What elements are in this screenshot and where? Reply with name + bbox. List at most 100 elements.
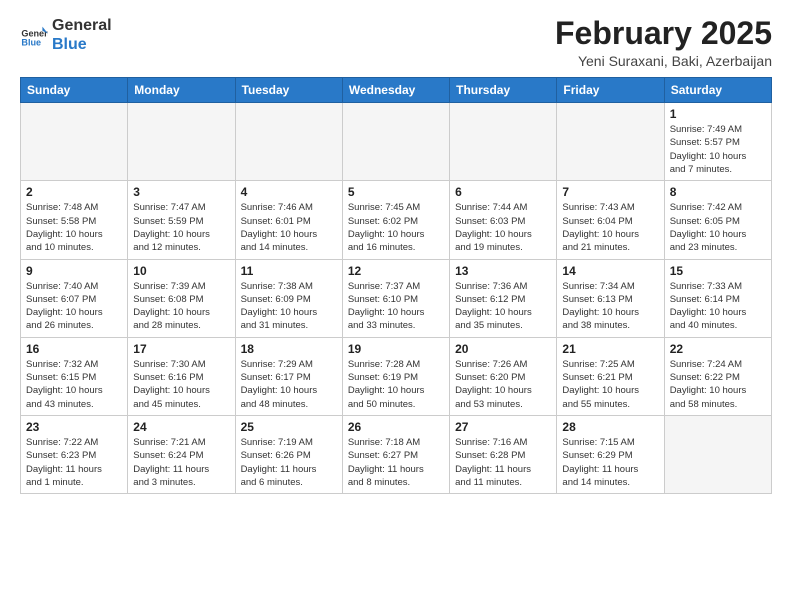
day-number: 1 (670, 107, 766, 121)
day-cell: 1 Sunrise: 7:49 AM Sunset: 5:57 PM Daylig… (664, 103, 771, 181)
day-info: Sunrise: 7:16 AM Sunset: 6:28 PM Dayligh… (455, 436, 551, 489)
day-info: Sunrise: 7:37 AM Sunset: 6:10 PM Dayligh… (348, 280, 444, 333)
day-info: Sunrise: 7:36 AM Sunset: 6:12 PM Dayligh… (455, 280, 551, 333)
day-number: 14 (562, 264, 658, 278)
week-row-1: 2Sunrise: 7:48 AM Sunset: 5:58 PM Daylig… (21, 181, 772, 259)
day-number: 19 (348, 342, 444, 356)
day-info: Sunrise: 7:22 AM Sunset: 6:23 PM Dayligh… (26, 436, 122, 489)
day-info: Sunrise: 7:40 AM Sunset: 6:07 PM Dayligh… (26, 280, 122, 333)
day-cell: 7Sunrise: 7:43 AM Sunset: 6:04 PM Daylig… (557, 181, 664, 259)
day-info: Sunrise: 7:46 AM Sunset: 6:01 PM Dayligh… (241, 201, 337, 254)
day-cell: 28Sunrise: 7:15 AM Sunset: 6:29 PM Dayli… (557, 415, 664, 493)
day-cell: 2Sunrise: 7:48 AM Sunset: 5:58 PM Daylig… (21, 181, 128, 259)
weekday-header-sunday: Sunday (21, 78, 128, 103)
weekday-header-saturday: Saturday (664, 78, 771, 103)
day-cell: 12 Sunrise: 7:37 AM Sunset: 6:10 PM Dayli… (342, 259, 449, 337)
day-number: 18 (241, 342, 337, 356)
weekday-header-tuesday: Tuesday (235, 78, 342, 103)
day-info: Sunrise: 7:45 AM Sunset: 6:02 PM Dayligh… (348, 201, 444, 254)
day-cell: 6Sunrise: 7:44 AM Sunset: 6:03 PM Daylig… (450, 181, 557, 259)
weekday-header-wednesday: Wednesday (342, 78, 449, 103)
week-row-4: 23 Sunrise: 7:22 AM Sunset: 6:23 PM Dayli… (21, 415, 772, 493)
weekday-header-friday: Friday (557, 78, 664, 103)
weekday-header-thursday: Thursday (450, 78, 557, 103)
day-cell: 25 Sunrise: 7:19 AM Sunset: 6:26 PM Dayli… (235, 415, 342, 493)
day-info: Sunrise: 7:28 AM Sunset: 6:19 PM Dayligh… (348, 358, 444, 411)
day-cell: 23 Sunrise: 7:22 AM Sunset: 6:23 PM Dayli… (21, 415, 128, 493)
day-number: 3 (133, 185, 229, 199)
day-number: 5 (348, 185, 444, 199)
logo-icon: General Blue (20, 21, 48, 49)
day-number: 11 (241, 264, 337, 278)
day-info: Sunrise: 7:42 AM Sunset: 6:05 PM Dayligh… (670, 201, 766, 254)
day-cell: 16 Sunrise: 7:32 AM Sunset: 6:15 PM Dayli… (21, 337, 128, 415)
day-number: 24 (133, 420, 229, 434)
day-info: Sunrise: 7:48 AM Sunset: 5:58 PM Dayligh… (26, 201, 122, 254)
day-cell: 3 Sunrise: 7:47 AM Sunset: 5:59 PM Daylig… (128, 181, 235, 259)
day-info: Sunrise: 7:25 AM Sunset: 6:21 PM Dayligh… (562, 358, 658, 411)
page: General Blue General Blue February 2025 … (0, 0, 792, 510)
day-info: Sunrise: 7:24 AM Sunset: 6:22 PM Dayligh… (670, 358, 766, 411)
day-cell: 21 Sunrise: 7:25 AM Sunset: 6:21 PM Dayli… (557, 337, 664, 415)
day-number: 26 (348, 420, 444, 434)
day-cell: 9 Sunrise: 7:40 AM Sunset: 6:07 PM Daylig… (21, 259, 128, 337)
day-info: Sunrise: 7:32 AM Sunset: 6:15 PM Dayligh… (26, 358, 122, 411)
title-block: February 2025 Yeni Suraxani, Baki, Azerb… (555, 16, 772, 69)
day-number: 21 (562, 342, 658, 356)
day-info: Sunrise: 7:34 AM Sunset: 6:13 PM Dayligh… (562, 280, 658, 333)
day-info: Sunrise: 7:30 AM Sunset: 6:16 PM Dayligh… (133, 358, 229, 411)
svg-text:Blue: Blue (21, 38, 41, 48)
week-row-0: 1 Sunrise: 7:49 AM Sunset: 5:57 PM Daylig… (21, 103, 772, 181)
week-row-2: 9 Sunrise: 7:40 AM Sunset: 6:07 PM Daylig… (21, 259, 772, 337)
day-info: Sunrise: 7:19 AM Sunset: 6:26 PM Dayligh… (241, 436, 337, 489)
day-info: Sunrise: 7:43 AM Sunset: 6:04 PM Dayligh… (562, 201, 658, 254)
weekday-header-row: SundayMondayTuesdayWednesdayThursdayFrid… (21, 78, 772, 103)
logo-blue: Blue (52, 35, 112, 54)
day-cell: 27 Sunrise: 7:16 AM Sunset: 6:28 PM Dayli… (450, 415, 557, 493)
day-number: 12 (348, 264, 444, 278)
day-cell (557, 103, 664, 181)
day-number: 23 (26, 420, 122, 434)
day-info: Sunrise: 7:18 AM Sunset: 6:27 PM Dayligh… (348, 436, 444, 489)
day-cell: 19 Sunrise: 7:28 AM Sunset: 6:19 PM Dayli… (342, 337, 449, 415)
day-info: Sunrise: 7:44 AM Sunset: 6:03 PM Dayligh… (455, 201, 551, 254)
day-number: 17 (133, 342, 229, 356)
day-number: 16 (26, 342, 122, 356)
day-cell (128, 103, 235, 181)
day-cell (21, 103, 128, 181)
location: Yeni Suraxani, Baki, Azerbaijan (555, 53, 772, 69)
day-number: 25 (241, 420, 337, 434)
day-cell: 5 Sunrise: 7:45 AM Sunset: 6:02 PM Daylig… (342, 181, 449, 259)
day-cell: 8 Sunrise: 7:42 AM Sunset: 6:05 PM Daylig… (664, 181, 771, 259)
day-info: Sunrise: 7:29 AM Sunset: 6:17 PM Dayligh… (241, 358, 337, 411)
day-cell: 11 Sunrise: 7:38 AM Sunset: 6:09 PM Dayli… (235, 259, 342, 337)
weekday-header-monday: Monday (128, 78, 235, 103)
month-year: February 2025 (555, 16, 772, 51)
day-info: Sunrise: 7:49 AM Sunset: 5:57 PM Dayligh… (670, 123, 766, 176)
day-cell: 22 Sunrise: 7:24 AM Sunset: 6:22 PM Dayli… (664, 337, 771, 415)
day-cell: 18 Sunrise: 7:29 AM Sunset: 6:17 PM Dayli… (235, 337, 342, 415)
day-number: 28 (562, 420, 658, 434)
day-number: 4 (241, 185, 337, 199)
day-number: 8 (670, 185, 766, 199)
day-cell: 14 Sunrise: 7:34 AM Sunset: 6:13 PM Dayli… (557, 259, 664, 337)
day-info: Sunrise: 7:21 AM Sunset: 6:24 PM Dayligh… (133, 436, 229, 489)
day-cell (235, 103, 342, 181)
day-number: 27 (455, 420, 551, 434)
day-cell: 13 Sunrise: 7:36 AM Sunset: 6:12 PM Dayli… (450, 259, 557, 337)
day-cell: 17 Sunrise: 7:30 AM Sunset: 6:16 PM Dayli… (128, 337, 235, 415)
day-number: 15 (670, 264, 766, 278)
day-number: 9 (26, 264, 122, 278)
logo: General Blue General Blue (20, 16, 112, 54)
day-info: Sunrise: 7:33 AM Sunset: 6:14 PM Dayligh… (670, 280, 766, 333)
day-number: 22 (670, 342, 766, 356)
day-number: 13 (455, 264, 551, 278)
day-info: Sunrise: 7:38 AM Sunset: 6:09 PM Dayligh… (241, 280, 337, 333)
day-cell: 20Sunrise: 7:26 AM Sunset: 6:20 PM Dayli… (450, 337, 557, 415)
day-cell: 10Sunrise: 7:39 AM Sunset: 6:08 PM Dayli… (128, 259, 235, 337)
day-cell: 15 Sunrise: 7:33 AM Sunset: 6:14 PM Dayli… (664, 259, 771, 337)
day-number: 20 (455, 342, 551, 356)
day-cell: 4 Sunrise: 7:46 AM Sunset: 6:01 PM Daylig… (235, 181, 342, 259)
logo-general: General (52, 16, 112, 35)
day-info: Sunrise: 7:47 AM Sunset: 5:59 PM Dayligh… (133, 201, 229, 254)
